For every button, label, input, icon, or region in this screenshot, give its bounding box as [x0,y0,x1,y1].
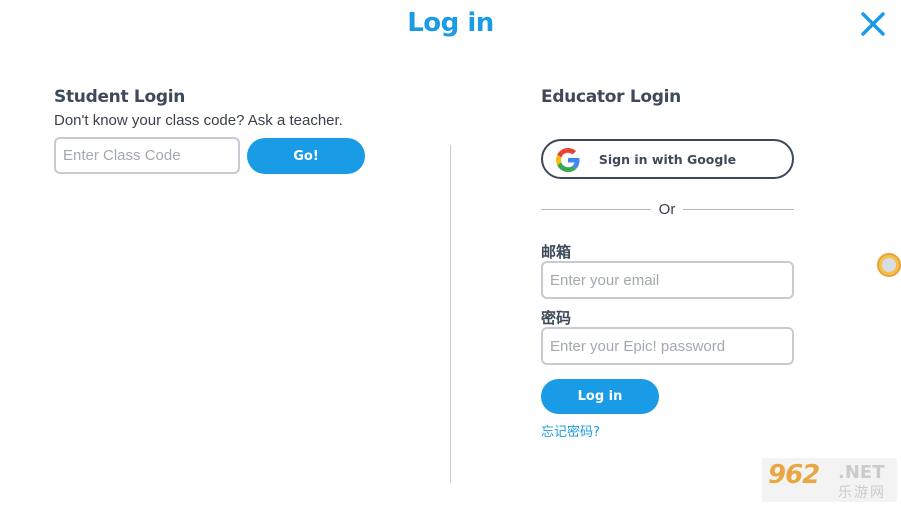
email-label: 邮箱 [541,243,572,261]
educator-login-button[interactable]: Log in [541,379,659,414]
floating-assistant-icon[interactable] [877,253,901,277]
password-label: 密码 [541,309,572,327]
go-button[interactable]: Go! [247,138,365,174]
or-divider-right [683,209,794,210]
or-label: Or [658,201,676,218]
educator-login-heading: Educator Login [541,87,681,107]
email-field[interactable] [541,261,794,299]
or-divider-left [541,209,651,210]
page-title: Log in [407,8,494,38]
forgot-password-link[interactable]: 忘记密码? [541,421,600,440]
watermark-suffix: .NET [838,462,885,483]
floating-assistant-inner [882,258,896,272]
watermark-number: 962 [768,460,820,490]
password-field[interactable] [541,327,794,365]
close-icon[interactable] [858,9,888,39]
watermark-cn: 乐游网 [838,485,886,501]
column-divider [450,145,451,483]
watermark: 962 .NET 乐游网 [762,458,897,502]
student-login-heading: Student Login [54,87,186,107]
google-signin-label: Sign in with Google [598,151,737,167]
class-code-input[interactable] [54,137,240,174]
class-code-hint: Don't know your class code? Ask a teache… [54,112,343,129]
google-signin-button[interactable]: Sign in with Google [541,139,794,179]
